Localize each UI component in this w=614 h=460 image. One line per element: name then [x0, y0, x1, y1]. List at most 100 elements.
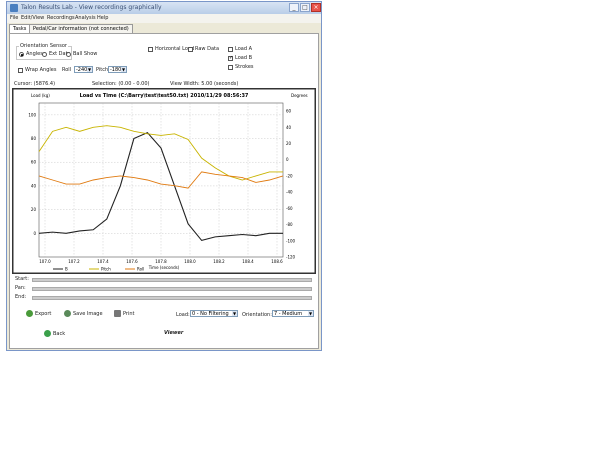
tab-tasks[interactable]: Tasks	[9, 24, 31, 33]
y-left-tick-label: 60	[31, 160, 37, 165]
y-left-tick-label: 80	[31, 136, 37, 141]
minimize-button[interactable]: _	[289, 3, 299, 12]
export-icon	[26, 310, 33, 317]
y-left-axis-label: Load (kg)	[31, 93, 50, 98]
footer-title: Viewer	[164, 330, 184, 336]
menu-bar: File Edit/View Recordings Analysis Help	[7, 14, 321, 23]
y-left-tick-label: 20	[31, 207, 37, 212]
y-right-tick-label: 60	[286, 109, 292, 114]
roll-label: Roll	[62, 67, 72, 73]
back-button-label: Back	[53, 331, 66, 337]
orientation-filter-value: 7 - Medium	[274, 311, 303, 317]
orientation-filter-label: Orientation:	[242, 312, 272, 318]
checkbox-horizontal-load[interactable]	[148, 47, 153, 52]
x-tick-label: 107.6	[126, 259, 138, 264]
y-right-tick-label: -120	[286, 255, 296, 260]
menu-recordings[interactable]: Recordings	[47, 15, 75, 21]
x-tick-label: 108.2	[213, 259, 225, 264]
chevron-down-icon: ▼	[121, 67, 126, 72]
view-width-readout: View Width: 5.00 (seconds)	[170, 81, 239, 87]
radio-ext-data[interactable]	[42, 52, 47, 57]
orientation-filter-select[interactable]: 7 - Medium ▼	[272, 310, 314, 317]
y-right-tick-label: -60	[286, 206, 293, 211]
printer-icon	[114, 310, 121, 317]
x-axis-label: Time (seconds)	[148, 265, 180, 270]
cursor-readout: Cursor: (5876.4)	[14, 81, 56, 87]
export-button[interactable]: Export	[26, 310, 51, 317]
y-left-tick-label: 40	[31, 183, 37, 188]
checkbox-load-a[interactable]	[228, 47, 233, 52]
y-right-axis-label: Degrees	[291, 93, 308, 98]
menu-file[interactable]: File	[10, 15, 18, 21]
start-slider[interactable]	[32, 278, 312, 282]
x-tick-label: 107.0	[39, 259, 51, 264]
pitch-value: -180	[110, 67, 122, 73]
y-right-tick-label: -20	[286, 173, 293, 178]
print-button[interactable]: Print	[114, 310, 135, 317]
checkbox-load-b[interactable]	[228, 55, 233, 61]
y-right-tick-label: -40	[286, 190, 293, 195]
y-right-tick-label: 40	[286, 125, 292, 130]
menu-analysis[interactable]: Analysis	[75, 15, 96, 21]
x-tick-label: 108.6	[271, 259, 283, 264]
chart-border	[13, 89, 315, 273]
y-right-tick-label: 20	[286, 141, 292, 146]
load-filter-value: 0 - No Filtering	[192, 311, 229, 317]
end-slider[interactable]	[32, 296, 312, 300]
legend-label-roll: Roll	[137, 267, 144, 272]
x-tick-label: 107.8	[155, 259, 167, 264]
checkbox-strokes[interactable]	[228, 65, 233, 70]
pitch-label: Pitch	[96, 67, 109, 73]
chevron-down-icon: ▼	[232, 311, 237, 316]
title-bar[interactable]: Talon Results Lab - View recordings grap…	[7, 2, 321, 14]
save-image-icon	[64, 310, 71, 317]
save-image-button-label: Save Image	[73, 311, 103, 317]
radio-ball-show-label: Ball Show	[73, 51, 98, 57]
checkbox-wrap-angles[interactable]	[18, 68, 23, 73]
x-tick-label: 108.4	[242, 259, 254, 264]
wrap-angles-label: Wrap Angles	[25, 67, 57, 73]
radio-angles-label: Angles	[26, 51, 43, 57]
load-vs-time-chart[interactable]: Load vs Time (C:\Barry\test\test50.txt) …	[12, 88, 316, 274]
checkbox-raw-data-label: Raw Data	[195, 46, 220, 52]
chevron-down-icon: ▼	[87, 67, 92, 72]
orientation-group-label: Orientation Sensor	[19, 43, 68, 49]
y-right-tick-label: -100	[286, 238, 296, 243]
checkbox-raw-data[interactable]	[188, 47, 193, 52]
checkbox-strokes-label: Strokes	[235, 64, 254, 70]
main-panel: Orientation Sensor Angles Ext Data Ball …	[9, 33, 319, 349]
radio-ball-show[interactable]	[66, 52, 71, 57]
maximize-button[interactable]: □	[300, 3, 310, 12]
roll-select[interactable]: -240 ▼	[74, 66, 93, 73]
window-title: Talon Results Lab - View recordings grap…	[21, 4, 162, 11]
checkbox-load-a-label: Load A	[235, 46, 253, 52]
y-left-tick-label: 100	[28, 112, 36, 117]
app-window: Talon Results Lab - View recordings grap…	[6, 1, 322, 351]
start-slider-label: Start:	[15, 276, 29, 282]
pan-slider-label: Pan:	[15, 285, 26, 291]
menu-editview[interactable]: Edit/View	[21, 15, 44, 21]
menu-help[interactable]: Help	[97, 15, 108, 21]
radio-angles[interactable]	[19, 52, 24, 57]
roll-value: -240	[76, 67, 88, 73]
save-image-button[interactable]: Save Image	[64, 310, 103, 317]
close-button[interactable]: ×	[311, 3, 321, 12]
load-filter-select[interactable]: 0 - No Filtering ▼	[190, 310, 238, 317]
export-button-label: Export	[35, 311, 52, 317]
back-arrow-icon	[44, 330, 51, 337]
y-right-tick-label: -80	[286, 222, 293, 227]
back-button[interactable]: Back	[44, 330, 65, 337]
chevron-down-icon: ▼	[308, 311, 313, 316]
pitch-select[interactable]: -180 ▼	[108, 66, 127, 73]
x-tick-label: 107.4	[97, 259, 109, 264]
end-slider-label: End:	[15, 294, 27, 300]
print-button-label: Print	[123, 311, 135, 317]
load-filter-label: Load:	[176, 312, 190, 318]
legend-label-pitch: Pitch	[101, 267, 111, 272]
app-icon	[10, 4, 18, 12]
checkbox-load-b-label: Load B	[235, 55, 253, 61]
legend-label-b: B	[65, 267, 68, 272]
selection-readout: Selection: (0.00 - 0.00)	[92, 81, 150, 87]
tab-pedal-car-info[interactable]: Pedal/Car information (not connected)	[29, 24, 133, 33]
pan-slider[interactable]	[32, 287, 312, 291]
